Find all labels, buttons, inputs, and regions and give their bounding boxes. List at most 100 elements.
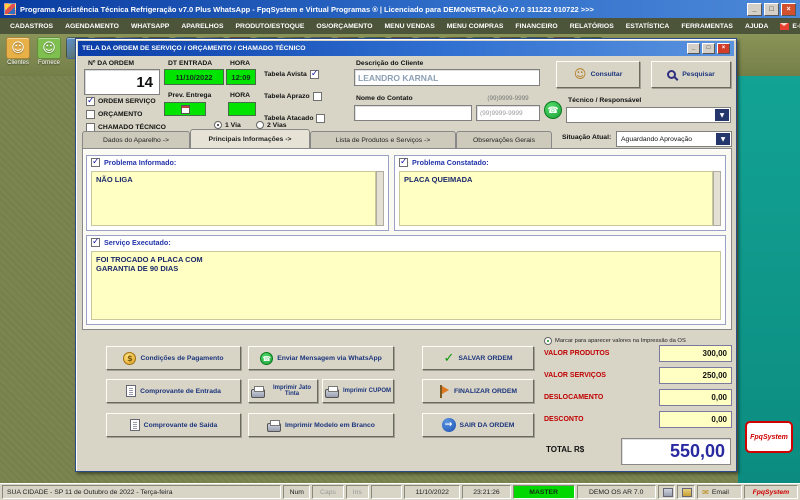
radio-icon [256,121,264,129]
maximize-button[interactable]: □ [764,2,779,16]
checkbox-icon [316,114,326,123]
status-tool[interactable] [677,485,696,499]
scrollbar[interactable] [713,171,721,226]
whatsapp-icon[interactable] [544,101,562,119]
imprimir-cupom-button[interactable]: Imprimir CUPOM [322,379,394,403]
entry-time-field[interactable]: 12:09 [226,69,256,85]
prev-time-field[interactable] [228,102,256,116]
tab-principais-informacoes[interactable]: Principais Informações -> [190,129,310,148]
checkbox-label: Tabela Aprazo [264,93,310,100]
valor-row: DESLOCAMENTO 0,00 [544,389,732,406]
servico-executado-textarea[interactable]: FOI TROCADO A PLACA COM GARANTIA DE 90 D… [91,251,721,320]
enviar-whatsapp-button[interactable]: Enviar Mensagem via WhatsApp [248,346,394,370]
email-icon [780,22,790,30]
dialog-close-button[interactable]: × [717,43,730,54]
menu-item-ferramentas[interactable]: FERRAMENTAS [675,23,739,30]
hora-label: HORA [230,60,251,67]
problema-informado-textarea[interactable]: NÃO LIGA [91,171,376,226]
pesquisar-button[interactable]: Pesquisar [651,61,731,88]
valor-field[interactable]: 0,00 [659,411,732,428]
tab-lista-produtos-servicos[interactable]: Lista de Produtos e Serviços -> [310,131,456,148]
tab-observacoes-gerais[interactable]: Observações Gerais [456,131,552,148]
imprimir-modelo-button[interactable]: Imprimir Modelo em Branco [248,413,394,437]
menu-item-financeiro[interactable]: FINANCEIRO [509,23,563,30]
contato-field[interactable] [354,105,472,121]
checkbox-icon [399,157,408,167]
order-number-field[interactable]: 14 [84,69,160,95]
chevron-down-icon[interactable]: ▼ [716,133,730,145]
toolbar-item-fornecedores[interactable]: Fornece [35,37,63,66]
imprimir-jato-button[interactable]: Imprimir Jato Tinta [248,379,318,403]
status-email[interactable]: Email [697,485,742,499]
menu-item-e-mail[interactable]: E-MAIL [774,22,800,30]
menu-item-label: APARELHOS [181,22,224,30]
sair-ordem-button[interactable]: SAIR DA ORDEM [422,413,534,437]
status-printer[interactable] [657,485,676,499]
menu-item-label: E-MAIL [792,22,800,30]
checkbox-tabela-aprazo[interactable]: Tabela Aprazo [264,92,322,101]
menu-item-whatsapp[interactable]: WHATSAPP [125,23,175,30]
fpqsystem-desktop-logo: FpqSystem [745,421,793,453]
status-ins: Ins [345,485,369,499]
menu-item-aparelhos[interactable]: APARELHOS [175,23,229,30]
group-header[interactable]: Problema Informado: [91,157,176,167]
status-demo: DEMO OS AR 7.0 [576,485,656,499]
cliente-field[interactable]: LEANDRO KARNAL [354,69,540,86]
checkbox-tabela-avista[interactable]: Tabela Avista [264,69,319,79]
menu-item-ajuda[interactable]: AJUDA [739,23,774,30]
checkbox-orcamento[interactable]: ORÇAMENTO [86,110,142,119]
comprovante-entrada-button[interactable]: Comprovante de Entrada [106,379,241,403]
printer-icon [267,419,282,432]
dialog-titlebar[interactable]: TELA DA ORDEM DE SERVIÇO / ORÇAMENTO / C… [78,41,734,56]
menu-item-cadastros[interactable]: CADASTROS [4,23,59,30]
consultar-button[interactable]: Consultar [556,61,640,88]
situacao-select[interactable]: Aguardando Aprovação ▼ [616,131,732,147]
menu-item-label: FERRAMENTAS [681,22,733,30]
dialog-maximize-button[interactable]: □ [702,43,715,54]
tab-dados-aparelho[interactable]: Dados do Aparelho -> [82,131,190,148]
menu-item-label: WHATSAPP [130,22,170,30]
calendar-icon [180,104,190,114]
menu-item-menu-vendas[interactable]: MENU VENDAS [379,23,441,30]
dialog-minimize-button[interactable]: _ [687,43,700,54]
valor-field[interactable]: 300,00 [659,345,732,362]
group-header[interactable]: Problema Constatado: [399,157,489,167]
valores-rows: VALOR PRODUTOS 300,00 VALOR SERVIÇOS 250,00… [544,345,732,433]
valor-label: VALOR PRODUTOS [544,350,610,357]
status-spacer [371,485,403,499]
problema-constatado-textarea[interactable]: PLACA QUEIMADA [399,171,713,226]
toolbar-item-clientes[interactable]: Clientes [4,37,32,66]
minimize-button[interactable]: _ [747,2,762,16]
menu-item-relat-rios[interactable]: RELATÓRIOS [564,23,620,30]
toolbar-label: Clientes [7,60,29,66]
finalizar-ordem-button[interactable]: FINALIZAR ORDEM [422,379,534,403]
entry-date-field[interactable]: 11/10/2022 [164,69,224,85]
group-header[interactable]: Serviço Executado: [91,237,171,247]
nota-impressao[interactable]: Marcar para aparecer valores na Impressã… [544,337,734,345]
menu-item-produto-estoque[interactable]: PRODUTO/ESTOQUE [230,23,311,30]
scrollbar[interactable] [376,171,384,226]
radio-1-via[interactable]: 1 Via [214,121,241,129]
menu-item-agendamento[interactable]: AGENDAMENTO [59,23,125,30]
valor-field[interactable]: 0,00 [659,389,732,406]
menu-item-os-or-amento[interactable]: OS/ORÇAMENTO [310,23,378,30]
tecnico-select[interactable]: ▼ [566,107,731,123]
menu-item-label: FINANCEIRO [515,22,558,30]
checkbox-ordem-servico[interactable]: ORDEM SERVIÇO [86,96,156,106]
salvar-ordem-button[interactable]: SALVAR ORDEM [422,346,534,370]
status-brand: FpqSystem [743,485,798,499]
comprovante-saida-button[interactable]: Comprovante de Saída [106,413,241,437]
group-problema-informado: Problema Informado: NÃO LIGA [86,155,389,231]
checkbox-tabela-atacado[interactable]: Tabela Atacado [264,114,326,123]
menu-item-label: CADASTROS [10,22,54,30]
prev-date-field[interactable] [164,102,206,116]
condicoes-pagamento-button[interactable]: Condições de Pagamento [106,346,241,370]
menu-item-estat-stica[interactable]: ESTATÍSTICA [620,23,676,30]
checkbox-icon [312,92,322,101]
chevron-down-icon[interactable]: ▼ [715,109,729,121]
menu-item-menu-compras[interactable]: MENU COMPRAS [441,23,510,30]
checkbox-icon [86,110,95,119]
phone-field[interactable]: (99)9999-9999 [476,105,540,121]
valor-field[interactable]: 250,00 [659,367,732,384]
close-button[interactable]: × [781,2,796,16]
